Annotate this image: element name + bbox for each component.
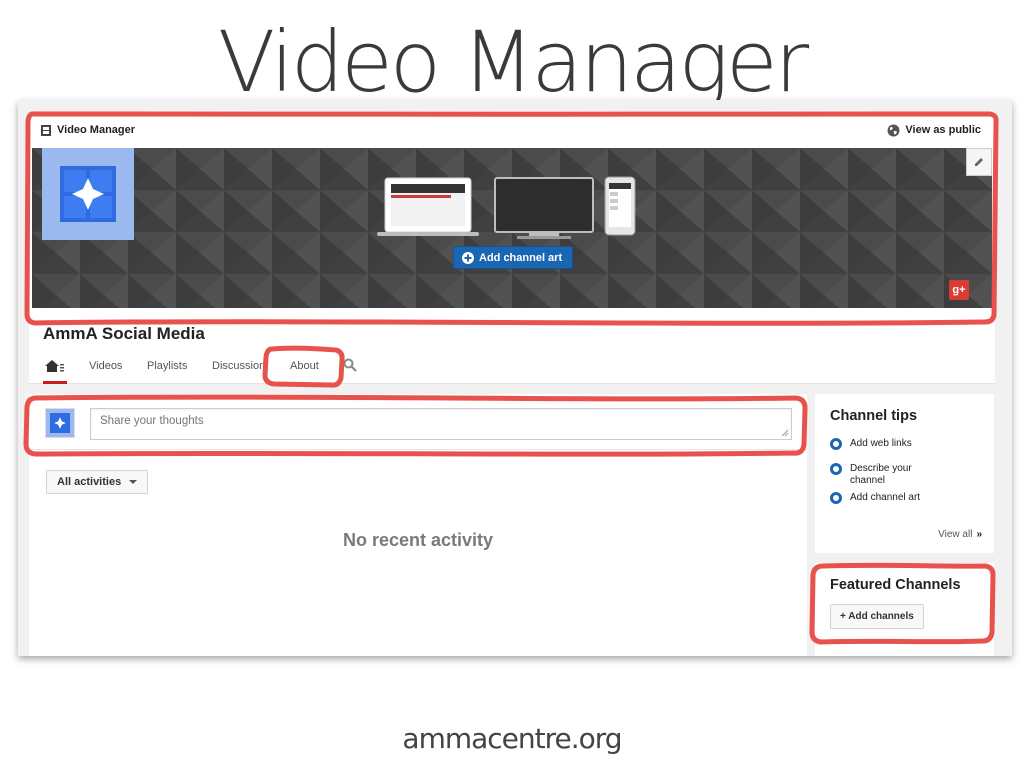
tab-home[interactable] <box>43 356 67 384</box>
user-avatar <box>45 408 75 438</box>
featured-channels-card: Featured Channels + Add channels <box>815 563 994 656</box>
tab-videos[interactable]: Videos <box>89 360 122 372</box>
film-icon <box>41 124 51 136</box>
view-as-public-label: View as public <box>905 124 981 136</box>
circle-icon <box>830 463 842 475</box>
view-as-public-link[interactable]: View as public <box>887 124 981 137</box>
tip-label: Add channel art <box>850 492 921 503</box>
channel-banner: Add channel art g+ <box>32 148 992 308</box>
slide-footer: ammacentre.org <box>402 722 622 755</box>
slide-title: Video Manager <box>217 13 809 111</box>
plus-circle-icon <box>462 251 474 264</box>
resize-grip-icon[interactable] <box>781 429 789 437</box>
tab-playlists[interactable]: Playlists <box>147 360 187 372</box>
circle-icon <box>830 492 842 504</box>
pencil-icon <box>975 158 983 166</box>
channel-tips-title: Channel tips <box>830 408 918 424</box>
tip-label: Describe your channel <box>850 463 912 486</box>
channel-top-bar: Video Manager View as public <box>29 112 995 148</box>
video-manager-link[interactable]: Video Manager <box>41 124 135 136</box>
tab-discussion[interactable]: Discussion <box>212 360 265 372</box>
add-channels-button[interactable]: + Add channels <box>830 604 924 629</box>
caret-down-icon <box>129 480 138 484</box>
channel-search-button[interactable] <box>343 358 357 377</box>
avatar-placeholder-icon <box>50 413 70 433</box>
tip-item[interactable]: Add channel art <box>830 492 920 504</box>
device-preview-illustration <box>377 176 636 239</box>
channel-avatar[interactable] <box>42 148 134 240</box>
video-manager-label: Video Manager <box>57 124 136 136</box>
view-all-label: View all <box>938 529 973 540</box>
add-channel-art-label: Add channel art <box>479 251 563 264</box>
empty-state-message: No recent activity <box>342 530 494 550</box>
avatar-placeholder-icon <box>60 166 116 222</box>
tip-label: Add web links <box>850 438 912 449</box>
view-all-tips-link[interactable]: View all» <box>938 529 982 540</box>
tip-item[interactable]: Add web links <box>830 438 912 450</box>
activity-filter-label: All activities <box>57 476 122 488</box>
edit-banner-button[interactable] <box>966 148 992 176</box>
channel-name: AmmA Social Media <box>43 324 205 343</box>
channel-header-card: Video Manager View as public Add channel… <box>29 112 995 384</box>
channel-tabs: Videos Playlists Discussion About <box>29 356 995 384</box>
tab-about[interactable]: About <box>290 360 319 372</box>
double-chevron-right-icon: » <box>976 529 982 540</box>
channel-tips-card: Channel tips Add web links Describe your… <box>815 394 994 553</box>
featured-channels-title: Featured Channels <box>830 577 961 593</box>
globe-icon <box>887 124 900 136</box>
activity-feed-card: All activities No recent activity <box>29 394 807 656</box>
home-icon <box>45 360 64 372</box>
share-box <box>29 394 807 450</box>
youtube-channel-screenshot: Video Manager View as public Add channel… <box>18 100 1012 656</box>
google-plus-button[interactable]: g+ <box>949 280 969 300</box>
share-thoughts-input[interactable] <box>90 408 792 440</box>
add-channel-art-button[interactable]: Add channel art <box>453 246 574 269</box>
tip-item[interactable]: Describe your channel <box>830 463 940 487</box>
activity-filter-dropdown[interactable]: All activities <box>46 470 149 494</box>
circle-icon <box>830 438 842 450</box>
search-icon <box>343 358 357 372</box>
